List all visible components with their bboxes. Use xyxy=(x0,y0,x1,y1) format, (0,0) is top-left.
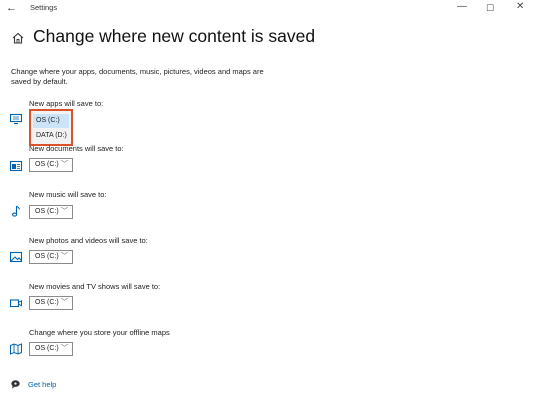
documents-save-label: New documents will save to: xyxy=(29,144,124,153)
map-icon xyxy=(10,343,22,355)
dropdown-option-data-d[interactable]: DATA (D:) xyxy=(33,129,69,143)
chevron-down-icon: ﹀ xyxy=(61,253,68,260)
title-bar: ← Settings — ☐ ✕ xyxy=(0,0,536,16)
monitor-icon xyxy=(9,113,23,125)
music-save-dropdown[interactable]: OS (C:) ﹀ xyxy=(29,205,73,219)
minimize-button[interactable]: — xyxy=(457,1,467,13)
photo-icon xyxy=(9,251,23,263)
chat-bubble-icon xyxy=(11,380,20,389)
apps-save-dropdown-open[interactable]: OS (C:) DATA (D:) xyxy=(29,109,73,146)
music-save-value: OS (C:) xyxy=(35,208,59,215)
chevron-down-icon: ﹀ xyxy=(61,345,68,352)
dropdown-option-os-c[interactable]: OS (C:) xyxy=(33,114,69,128)
home-icon xyxy=(12,32,24,44)
apps-save-label: New apps will save to: xyxy=(29,99,104,108)
get-help-link[interactable]: Get help xyxy=(28,380,56,389)
maps-save-label: Change where you store your offline maps xyxy=(29,328,170,337)
documents-icon xyxy=(9,160,23,172)
page-title: Change where new content is saved xyxy=(33,26,316,46)
close-button[interactable]: ✕ xyxy=(516,1,524,13)
chevron-down-icon: ﹀ xyxy=(61,161,68,168)
chevron-down-icon: ﹀ xyxy=(61,208,68,215)
documents-save-value: OS (C:) xyxy=(35,161,59,168)
photos-save-dropdown[interactable]: OS (C:) ﹀ xyxy=(29,250,73,264)
maximize-button[interactable]: ☐ xyxy=(486,2,494,14)
music-note-icon xyxy=(12,205,20,217)
back-arrow-icon[interactable]: ← xyxy=(6,2,17,14)
movies-save-value: OS (C:) xyxy=(35,299,59,306)
music-save-label: New music will save to: xyxy=(29,190,107,199)
photos-save-value: OS (C:) xyxy=(35,253,59,260)
app-title: Settings xyxy=(30,3,58,12)
maps-save-value: OS (C:) xyxy=(35,345,59,352)
photos-save-label: New photos and videos will save to: xyxy=(29,236,148,245)
movies-save-label: New movies and TV shows will save to: xyxy=(29,282,161,291)
maps-save-dropdown[interactable]: OS (C:) ﹀ xyxy=(29,342,73,356)
page-description: Change where your apps, documents, music… xyxy=(11,67,264,86)
video-camera-icon xyxy=(9,299,22,308)
documents-save-dropdown[interactable]: OS (C:) ﹀ xyxy=(29,158,73,172)
chevron-down-icon: ﹀ xyxy=(61,299,68,306)
movies-save-dropdown[interactable]: OS (C:) ﹀ xyxy=(29,296,73,310)
